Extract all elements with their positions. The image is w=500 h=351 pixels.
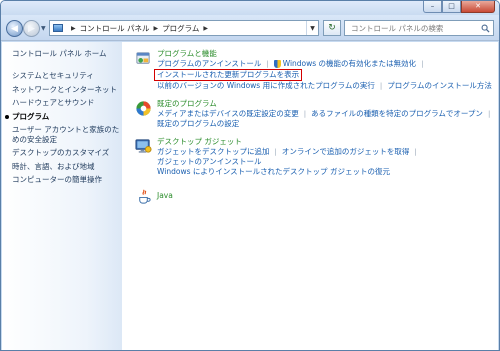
run-older-programs-link[interactable]: 以前のバージョンの Windows 用に作成されたプログラムの実行 bbox=[157, 81, 375, 91]
maximize-button[interactable]: □ bbox=[442, 1, 461, 13]
sidebar-item-hardware-sound[interactable]: ハードウェアとサウンド bbox=[12, 98, 122, 108]
link-row: Windows によりインストールされたデスクトップ ガジェットの復元 bbox=[157, 167, 495, 177]
refresh-icon: ↻ bbox=[328, 23, 336, 33]
address-bar[interactable]: ▶ コントロール パネル ▶ プログラム ▶ ▼ bbox=[49, 20, 319, 36]
link-row: 以前のバージョンの Windows 用に作成されたプログラムの実行 | プログラ… bbox=[157, 81, 495, 91]
control-panel-icon bbox=[53, 24, 63, 32]
uninstall-gadget-link[interactable]: ガジェットのアンインストール bbox=[157, 157, 262, 167]
media-device-defaults-link[interactable]: メディアまたはデバイスの既定設定の変更 bbox=[157, 109, 299, 119]
title-bar: – □ ✕ bbox=[1, 1, 499, 15]
breadcrumb-control-panel[interactable]: コントロール パネル bbox=[80, 23, 150, 34]
java-icon[interactable] bbox=[135, 188, 152, 205]
back-button[interactable]: ◀ bbox=[6, 20, 23, 37]
desktop-gadgets-icon[interactable] bbox=[135, 138, 152, 155]
sidebar-home-link[interactable]: コントロール パネル ホーム bbox=[12, 48, 122, 59]
link-row: インストールされた更新プログラムを表示 bbox=[154, 69, 495, 81]
category-default-programs: 既定のプログラム メディアまたはデバイスの既定設定の変更 | あるファイルの種類… bbox=[135, 99, 495, 129]
close-button[interactable]: ✕ bbox=[461, 1, 495, 13]
control-panel-window: – □ ✕ ◀ ▶ ▼ ▶ コントロール パネル ▶ プログラム ▶ ▼ ↻ コ… bbox=[0, 0, 500, 351]
windows-features-link[interactable]: Windows の機能の有効化または無効化 bbox=[283, 59, 416, 69]
link-row: ガジェットのアンインストール bbox=[157, 157, 495, 167]
restore-gadgets-link[interactable]: Windows によりインストールされたデスクトップ ガジェットの復元 bbox=[157, 167, 390, 177]
link-divider: | bbox=[487, 110, 491, 118]
content-area: コントロール パネル ホーム システムとセキュリティ ネットワークとインターネッ… bbox=[2, 42, 498, 350]
category-programs-features: プログラムと機能 プログラムのアンインストール | Windows の機能の有効… bbox=[135, 49, 495, 91]
default-programs-title[interactable]: 既定のプログラム bbox=[157, 99, 495, 109]
search-icon[interactable] bbox=[481, 24, 490, 33]
sidebar-item-clock-language-region[interactable]: 時計、言語、および地域 bbox=[12, 162, 122, 172]
navigation-bar: ◀ ▶ ▼ ▶ コントロール パネル ▶ プログラム ▶ ▼ ↻ bbox=[1, 15, 499, 41]
main-panel: プログラムと機能 プログラムのアンインストール | Windows の機能の有効… bbox=[135, 49, 495, 209]
file-type-association-link[interactable]: あるファイルの種類を特定のプログラムでオープン bbox=[311, 109, 483, 119]
sidebar-item-appearance[interactable]: デスクトップのカスタマイズ bbox=[12, 148, 122, 158]
programs-features-title[interactable]: プログラムと機能 bbox=[157, 49, 495, 59]
view-installed-updates-link[interactable]: インストールされた更新プログラムを表示 bbox=[154, 69, 303, 81]
search-box[interactable] bbox=[344, 20, 494, 36]
chevron-right-icon[interactable]: ▶ bbox=[71, 25, 76, 32]
category-java: Java bbox=[135, 187, 495, 204]
arrow-right-icon: ▶ bbox=[28, 23, 35, 34]
set-default-programs-link[interactable]: 既定のプログラムの設定 bbox=[157, 119, 239, 129]
link-divider: | bbox=[266, 60, 269, 68]
arrow-left-icon: ◀ bbox=[11, 23, 18, 34]
get-more-gadgets-link[interactable]: オンラインで追加のガジェットを取得 bbox=[282, 147, 410, 157]
sidebar-item-network[interactable]: ネットワークとインターネット bbox=[12, 85, 122, 95]
sidebar: コントロール パネル ホーム システムとセキュリティ ネットワークとインターネッ… bbox=[2, 42, 122, 350]
desktop-gadgets-title[interactable]: デスクトップ ガジェット bbox=[157, 137, 495, 147]
sidebar-list: システムとセキュリティ ネットワークとインターネット ハードウェアとサウンド プ… bbox=[5, 71, 122, 185]
breadcrumb-programs[interactable]: プログラム bbox=[162, 23, 199, 34]
link-divider: | bbox=[303, 110, 307, 118]
chevron-right-icon[interactable]: ▶ bbox=[203, 25, 208, 32]
how-to-install-link[interactable]: プログラムのインストール方法 bbox=[387, 81, 492, 91]
forward-button[interactable]: ▶ bbox=[23, 20, 40, 37]
uac-shield-icon bbox=[273, 60, 281, 68]
sidebar-item-user-accounts[interactable]: ユーザー アカウントと家族のための安全設定 bbox=[12, 125, 120, 144]
add-gadgets-link[interactable]: ガジェットをデスクトップに追加 bbox=[157, 147, 270, 157]
default-programs-icon[interactable] bbox=[135, 100, 152, 117]
link-row: 既定のプログラムの設定 bbox=[157, 119, 495, 129]
link-divider: | bbox=[414, 148, 417, 156]
category-desktop-gadgets: デスクトップ ガジェット ガジェットをデスクトップに追加 | オンラインで追加の… bbox=[135, 137, 495, 177]
link-divider: | bbox=[421, 60, 424, 68]
chevron-right-icon[interactable]: ▶ bbox=[154, 25, 159, 32]
sidebar-item-ease-of-access[interactable]: コンピューターの簡単操作 bbox=[12, 175, 122, 185]
link-divider: | bbox=[379, 82, 383, 90]
sidebar-item-system-security[interactable]: システムとセキュリティ bbox=[12, 71, 122, 81]
window-controls: – □ ✕ bbox=[423, 1, 495, 14]
link-row: ガジェットをデスクトップに追加 | オンラインで追加のガジェットを取得 | bbox=[157, 147, 495, 157]
uninstall-program-link[interactable]: プログラムのアンインストール bbox=[157, 59, 261, 69]
link-row: プログラムのアンインストール | Windows の機能の有効化または無効化 | bbox=[157, 59, 495, 69]
sidebar-item-programs[interactable]: プログラム bbox=[5, 112, 122, 122]
address-dropdown-icon[interactable]: ▼ bbox=[306, 21, 318, 35]
link-row: メディアまたはデバイスの既定設定の変更 | あるファイルの種類を特定のプログラム… bbox=[157, 109, 495, 119]
refresh-button[interactable]: ↻ bbox=[323, 20, 341, 36]
link-divider: | bbox=[274, 148, 277, 156]
recent-pages-dropdown-icon[interactable]: ▼ bbox=[41, 25, 46, 32]
minimize-button[interactable]: – bbox=[423, 1, 442, 13]
search-input[interactable] bbox=[351, 23, 476, 33]
programs-features-icon[interactable] bbox=[135, 50, 152, 67]
java-title[interactable]: Java bbox=[157, 187, 495, 201]
